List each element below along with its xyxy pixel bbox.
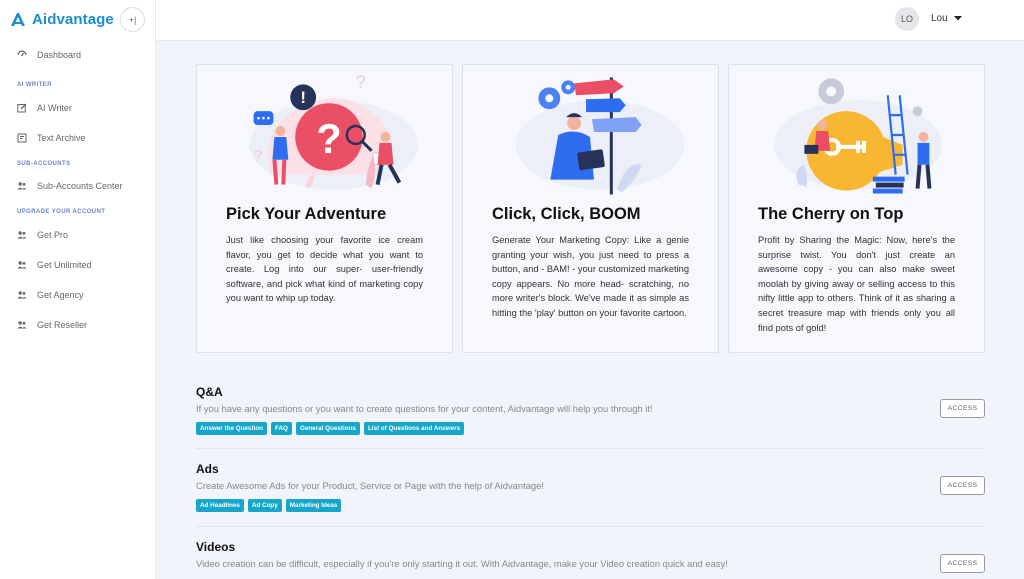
section-description: If you have any questions or you want to… (196, 403, 653, 414)
sidebar-item-label: Get Unlimited (37, 260, 92, 270)
sidebar-item-label: Get Reseller (37, 320, 88, 330)
sidebar-item-sub-accounts-center[interactable]: Sub-Accounts Center (17, 181, 123, 191)
avatar[interactable]: LO (895, 7, 919, 31)
archive-icon (17, 133, 27, 143)
access-button-qa[interactable]: ACCESS (940, 399, 985, 418)
sidebar-item-text-archive[interactable]: Text Archive (17, 133, 86, 143)
card-text: Profit by Sharing the Magic: Now, here's… (758, 235, 955, 333)
section-title: Q&A (196, 385, 223, 399)
users-icon (17, 182, 27, 190)
dashboard-icon (17, 50, 27, 57)
section-label-sub-accounts: SUB-ACCOUNTS (17, 161, 71, 167)
collapse-sidebar-button[interactable]: +| (120, 7, 145, 32)
users-icon (17, 291, 27, 299)
lightbulb-illustration (773, 78, 943, 194)
collapse-icon: +| (128, 14, 137, 25)
adventure-illustration: ? ! ? ? (249, 71, 419, 190)
sidebar-item-get-pro[interactable]: Get Pro (17, 230, 68, 240)
divider (196, 526, 985, 527)
users-icon (17, 231, 27, 239)
sidebar-item-get-unlimited[interactable]: Get Unlimited (17, 260, 92, 270)
sidebar-item-get-agency[interactable]: Get Agency (17, 290, 84, 300)
card-text: Generate Your Marketing Copy: Like a gen… (492, 235, 689, 318)
brand[interactable]: Aidvantage (8, 9, 114, 29)
sidebar: Aidvantage +| Dashboard AI WRITER AI Wri… (0, 0, 156, 579)
tag-faq[interactable]: FAQ (270, 422, 292, 435)
tag-ad-headlines[interactable]: Ad Headlines (196, 499, 244, 512)
svg-text:?: ? (316, 115, 341, 162)
section-description: Video creation can be difficult, especia… (196, 558, 728, 569)
sidebar-item-label: Text Archive (37, 133, 86, 143)
svg-text:?: ? (254, 148, 263, 165)
section-title: Videos (196, 540, 236, 554)
section-title: Ads (196, 462, 219, 476)
sidebar-item-ai-writer[interactable]: AI Writer (17, 103, 72, 113)
section-label-ai-writer: AI WRITER (17, 82, 52, 88)
sidebar-item-label: Get Pro (37, 230, 69, 240)
svg-text:?: ? (356, 71, 366, 91)
section-qa: Q&A If you have any questions or you wan… (196, 385, 985, 437)
divider (196, 448, 985, 449)
tag-ad-copy[interactable]: Ad Copy (247, 499, 282, 512)
sidebar-item-get-reseller[interactable]: Get Reseller (17, 320, 87, 330)
card-text: Just like choosing your favorite ice cre… (226, 235, 423, 304)
svg-text:!: ! (300, 88, 306, 107)
card-click-click-boom: Click, Click, BOOM Generate Your Marketi… (462, 64, 719, 353)
access-button-videos[interactable]: ACCESS (940, 554, 985, 573)
topbar: LO Lou (156, 0, 1024, 41)
card-pick-your-adventure: ? ! ? ? Pick Your Adventure Just like ch… (196, 64, 453, 353)
section-videos: Videos Video creation can be difficult, … (196, 540, 985, 579)
tag-list-of-questions[interactable]: List of Questions and Answers (363, 422, 465, 435)
sidebar-item-label: Get Agency (37, 290, 84, 300)
sidebar-item-label: Dashboard (37, 50, 82, 60)
section-label-upgrade: UPGRADE YOUR ACCOUNT (17, 209, 106, 215)
sidebar-item-label: Sub-Accounts Center (37, 181, 123, 191)
sidebar-item-dashboard[interactable]: Dashboard (17, 50, 81, 60)
tag-list: Ad Headlines Ad Copy Marketing Ideas (196, 499, 985, 512)
tag-list: Answer the Question FAQ General Question… (196, 422, 985, 435)
card-title: Pick Your Adventure (226, 205, 387, 223)
user-menu-name[interactable]: Lou (931, 13, 948, 24)
users-icon (17, 321, 27, 329)
aidvantage-logo-icon (11, 13, 25, 26)
card-title: Click, Click, BOOM (492, 205, 641, 223)
access-button-ads[interactable]: ACCESS (940, 476, 985, 495)
tag-general-questions[interactable]: General Questions (295, 422, 360, 435)
edit-icon (17, 103, 27, 113)
signpost-illustration (515, 77, 685, 195)
brand-name: Aidvantage (32, 10, 114, 28)
tag-answer-the-question[interactable]: Answer the Question (196, 422, 267, 435)
tag-marketing-ideas[interactable]: Marketing Ideas (285, 499, 342, 512)
users-icon (17, 261, 27, 269)
section-ads: Ads Create Awesome Ads for your Product,… (196, 462, 985, 514)
card-title: The Cherry on Top (758, 205, 904, 223)
section-description: Create Awesome Ads for your Product, Ser… (196, 480, 544, 491)
caret-down-icon[interactable] (953, 13, 963, 23)
card-the-cherry-on-top: The Cherry on Top Profit by Sharing the … (728, 64, 985, 353)
sidebar-item-label: AI Writer (37, 103, 72, 113)
